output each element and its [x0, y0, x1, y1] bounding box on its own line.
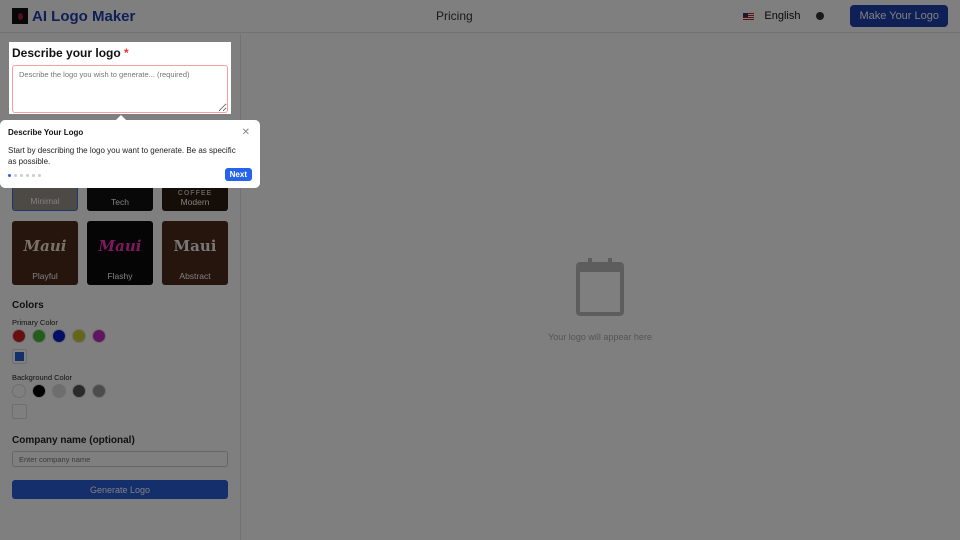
describe-section: Describe your logo *: [9, 42, 231, 114]
tour-title: Describe Your Logo: [8, 128, 84, 137]
logo-description-input[interactable]: [12, 65, 228, 113]
required-mark: *: [124, 46, 129, 60]
tour-progress: [8, 174, 41, 177]
next-button[interactable]: Next: [224, 168, 252, 181]
tour-popover: Describe Your Logo ✕ Start by describing…: [0, 115, 260, 188]
tour-body: Start by describing the logo you want to…: [8, 146, 236, 166]
describe-title: Describe your logo: [12, 46, 121, 60]
close-icon[interactable]: ✕: [242, 127, 250, 138]
